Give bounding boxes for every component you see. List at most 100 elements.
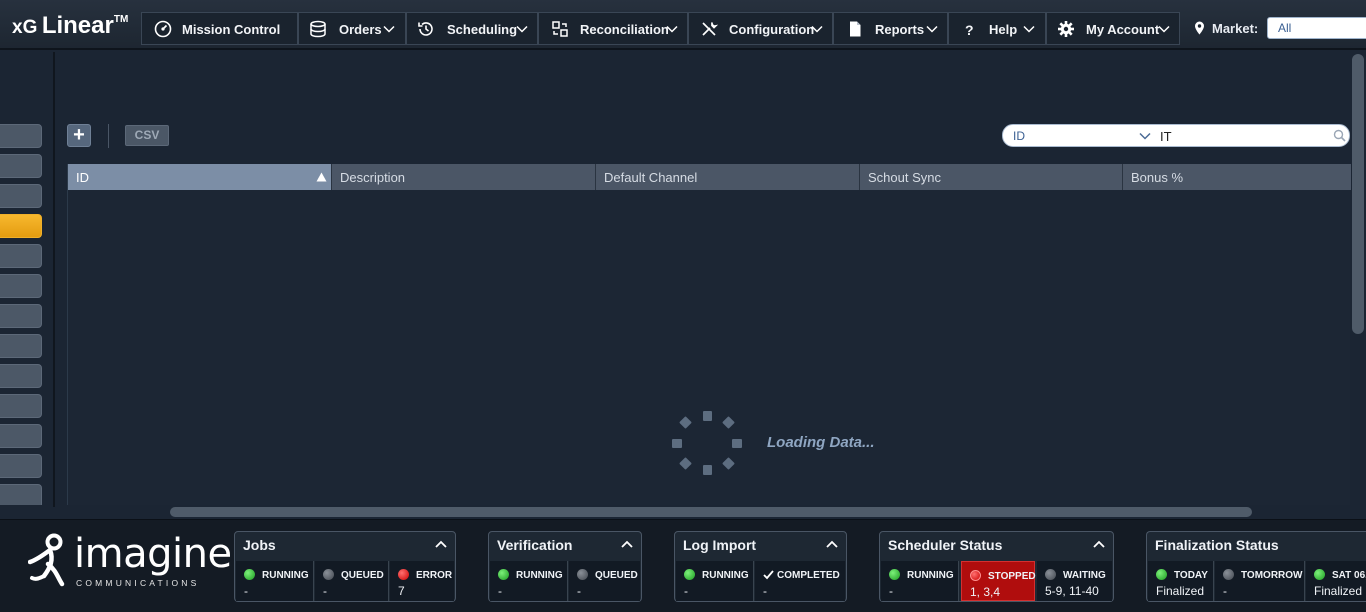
status-green-icon (684, 569, 695, 580)
rail-divider (53, 52, 55, 507)
rail-tab[interactable] (0, 424, 42, 448)
scheduler-waiting-cell[interactable]: WAITING 5-9, 11-40 (1037, 561, 1112, 601)
scheduler-running-cell[interactable]: RUNNING - (881, 561, 959, 601)
add-button[interactable]: + (67, 124, 91, 147)
rail-tab[interactable] (0, 154, 42, 178)
verification-panel: Verification RUNNING - QUEUED - (488, 531, 642, 602)
status-green-icon (1156, 569, 1167, 580)
panel-title: Scheduler Status (888, 537, 1003, 553)
nav-scheduling[interactable]: Scheduling (406, 12, 538, 45)
panel-title: Jobs (243, 537, 276, 553)
cell-value: Finalized (1156, 584, 1205, 598)
rail-tab[interactable] (0, 364, 42, 388)
csv-export-button[interactable]: CSV (125, 125, 169, 146)
column-header-label: Default Channel (604, 170, 698, 185)
chevron-up-icon[interactable] (826, 539, 838, 549)
nav-label: Mission Control (182, 22, 281, 37)
nav-mission-control[interactable]: Mission Control (141, 12, 298, 45)
column-header-schout-sync[interactable]: Schout Sync (860, 164, 1123, 190)
status-red-icon (398, 569, 409, 580)
column-header-default-channel[interactable]: Default Channel (596, 164, 860, 190)
reconcile-icon (552, 21, 568, 37)
scheduler-stopped-cell[interactable]: STOPPED 1, 3,4 (961, 561, 1036, 601)
status-footer: imagine COMMUNICATIONS Jobs RUNNING - QU… (0, 519, 1366, 612)
rail-tab[interactable] (0, 454, 42, 478)
scheduler-status-panel: Scheduler Status RUNNING - STOPPED 1, 3,… (879, 531, 1114, 602)
cell-label: RUNNING (516, 570, 563, 581)
verification-running-cell[interactable]: RUNNING - (490, 561, 568, 601)
status-green-icon (498, 569, 509, 580)
panel-title: Log Import (683, 537, 757, 553)
log-import-completed-cell[interactable]: COMPLETED - (755, 561, 845, 601)
nav-help[interactable]: ? Help (948, 12, 1046, 45)
chevron-down-icon (1158, 25, 1170, 33)
cell-label: TOMORROW (1241, 570, 1303, 581)
cell-label: QUEUED (341, 570, 384, 581)
market-value: All (1278, 21, 1292, 35)
chevron-up-icon[interactable] (1093, 539, 1105, 549)
cell-label: WAITING (1063, 570, 1106, 581)
rail-tab[interactable] (0, 304, 42, 328)
nav-reports[interactable]: Reports (833, 12, 948, 45)
tools-icon (702, 22, 718, 36)
chevron-down-icon (666, 25, 678, 33)
column-header-bonus[interactable]: Bonus % (1123, 164, 1351, 190)
logo-figure-icon (28, 533, 65, 587)
finalization-status-panel: Finalization Status TODAY Finalized TOMO… (1146, 531, 1366, 602)
status-red-icon (970, 570, 981, 581)
rail-tab[interactable] (0, 274, 42, 298)
nav-label: Reports (875, 22, 925, 37)
search-box[interactable]: ID IT (1002, 124, 1350, 147)
cell-value: - (684, 584, 688, 598)
log-import-running-cell[interactable]: RUNNING - (676, 561, 754, 601)
nav-orders[interactable]: Orders (298, 12, 406, 45)
rail-tab[interactable] (0, 124, 42, 148)
status-gray-icon (1045, 569, 1056, 580)
rail-tab[interactable] (0, 184, 42, 208)
nav-configuration[interactable]: Configuration (688, 12, 833, 45)
market-select[interactable]: All (1267, 17, 1366, 39)
nav-my-account[interactable]: My Account (1046, 12, 1180, 45)
cell-label: RUNNING (262, 570, 309, 581)
cell-label: STOPPED (988, 571, 1036, 582)
panel-title: Finalization Status (1155, 537, 1279, 553)
nav-reconciliation[interactable]: Reconciliation (538, 12, 688, 45)
cell-label: RUNNING (907, 570, 954, 581)
cell-value: - (577, 584, 581, 598)
jobs-queued-cell[interactable]: QUEUED - (315, 561, 389, 601)
chevron-down-icon (383, 25, 395, 33)
gauge-icon (154, 20, 172, 38)
jobs-error-cell[interactable]: ERROR 7 (390, 561, 454, 601)
column-header-label: Schout Sync (868, 170, 941, 185)
cell-label: TODAY (1174, 570, 1208, 581)
rail-tab-active[interactable] (0, 214, 42, 238)
rail-tab[interactable] (0, 244, 42, 268)
chevron-down-icon[interactable] (1139, 130, 1151, 142)
rail-tab[interactable] (0, 484, 42, 505)
cell-value: - (889, 584, 893, 598)
search-input[interactable]: IT (1160, 129, 1172, 144)
chevron-up-icon[interactable] (435, 539, 447, 549)
chevron-up-icon[interactable] (621, 539, 633, 549)
cell-label: RUNNING (702, 570, 749, 581)
rail-tab[interactable] (0, 334, 42, 358)
search-icon[interactable] (1333, 129, 1346, 142)
brand-name: Linear (41, 12, 114, 39)
finalization-tomorrow-cell[interactable]: TOMORROW - (1215, 561, 1305, 601)
column-header-description[interactable]: Description (332, 164, 596, 190)
toolbar-divider (108, 124, 109, 148)
cell-label: ERROR (416, 570, 453, 581)
status-green-icon (889, 569, 900, 580)
company-logo: imagine COMMUNICATIONS (28, 530, 232, 592)
jobs-running-cell[interactable]: RUNNING - (236, 561, 314, 601)
vertical-scrollbar[interactable] (1352, 54, 1364, 334)
verification-queued-cell[interactable]: QUEUED - (569, 561, 640, 601)
search-field-select[interactable]: ID (1013, 129, 1025, 143)
finalization-saturday-cell[interactable]: SAT 06, Finalized (1306, 561, 1366, 601)
app-logo[interactable]: xG LinearTM (12, 12, 128, 40)
horizontal-scrollbar[interactable] (170, 507, 1252, 517)
rail-tab[interactable] (0, 394, 42, 418)
finalization-today-cell[interactable]: TODAY Finalized (1148, 561, 1214, 601)
cell-value: - (244, 584, 248, 598)
column-header-id[interactable]: ID (68, 164, 332, 190)
